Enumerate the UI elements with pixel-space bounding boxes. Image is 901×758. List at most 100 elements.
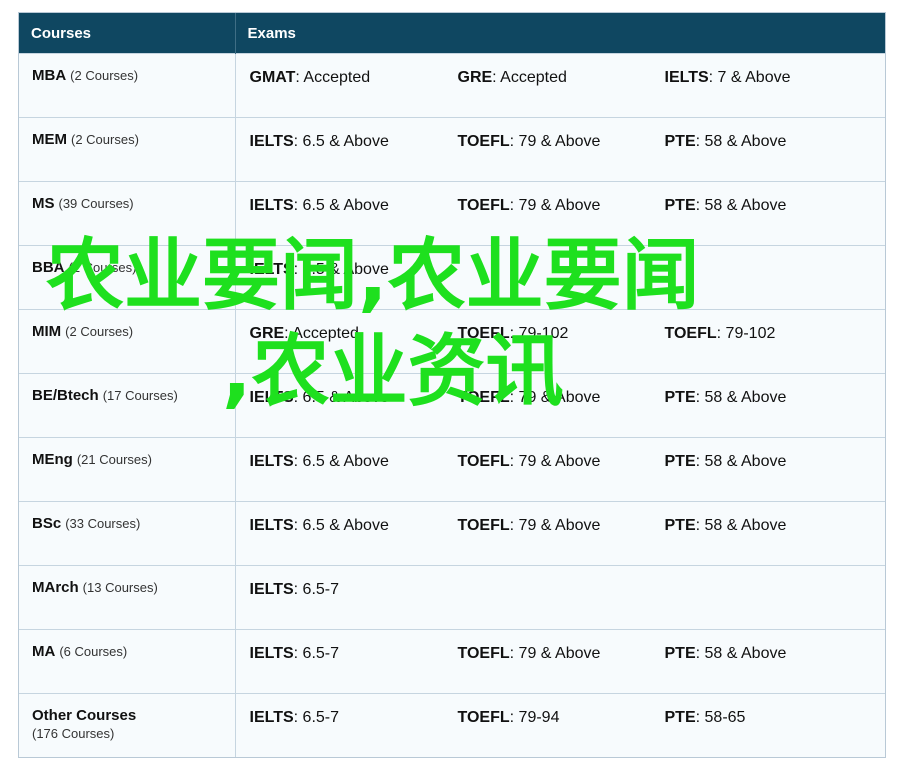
exam-requirement: IELTS: 6.5 & Above — [250, 197, 389, 215]
exam-requirement: TOEFL: 79-102 — [665, 325, 776, 343]
course-name: MEng — [32, 451, 73, 468]
exam-name: IELTS — [249, 453, 294, 470]
exams-cell: GRE: Accepted TOEFL: 79-102 TOEFL: 79-102 — [235, 309, 885, 374]
exam-requirement: IELTS: 6.5 & Above — [250, 389, 389, 407]
exam-score: : 58 & Above — [695, 645, 787, 662]
course-cell: MEM (2 Courses) — [19, 117, 236, 182]
exam-requirement: TOEFL: 79 & Above — [458, 517, 601, 535]
course-cell: MIM (2 Courses) — [19, 309, 236, 374]
exam-requirement: TOEFL: 79 & Above — [458, 197, 601, 215]
exam-requirement: GRE: Accepted — [458, 69, 567, 87]
exam-requirement: PTE: 58 & Above — [665, 453, 787, 471]
exam-requirement: IELTS: 6.5 & Above — [250, 453, 389, 471]
course-cell: MS (39 Courses) — [19, 181, 236, 246]
course-count: (2 Courses) — [70, 68, 139, 83]
exam-name: TOEFL — [457, 709, 510, 726]
exam-score: : 58 & Above — [695, 133, 787, 150]
exam-requirement: PTE: 58 & Above — [665, 389, 787, 407]
exam-score: : Accepted — [284, 325, 359, 342]
exam-name: IELTS — [249, 709, 294, 726]
table-row: Other Courses (176 Courses) IELTS: 6.5-7 TO… — [19, 693, 885, 757]
course-count: (176 Courses) — [32, 726, 115, 741]
course-cell: BSc (33 Courses) — [19, 501, 236, 566]
exam-name: TOEFL — [457, 325, 510, 342]
exam-requirement: PTE: 58 & Above — [665, 133, 787, 151]
exam-requirement: GMAT: Accepted — [250, 69, 371, 87]
exam-name: IELTS — [249, 133, 294, 150]
exam-requirement: TOEFL: 79-102 — [458, 325, 569, 343]
table-row: BSc (33 Courses) IELTS: 6.5 & Above TOEFL: … — [19, 501, 885, 566]
exam-name: PTE — [664, 197, 696, 214]
exam-name: PTE — [664, 709, 696, 726]
courses-exams-table-container: Courses Exams MBA (2 Courses) GMAT: Accept… — [18, 12, 886, 758]
exam-score: : 6.5-7 — [293, 645, 340, 662]
table-header-row: Courses Exams — [19, 13, 885, 54]
exam-name: IELTS — [664, 69, 709, 86]
exam-score: : 79-94 — [509, 709, 560, 726]
exams-cell: IELTS: 6.5 & Above TOEFL: 79 & Above PTE: … — [235, 501, 885, 566]
exam-score: : 58 & Above — [695, 197, 787, 214]
table-row: MArch (13 Courses) IELTS: 6.5-7 — [19, 565, 885, 630]
exam-requirement: TOEFL: 79 & Above — [458, 645, 601, 663]
course-name: Other Courses — [32, 707, 137, 724]
exams-cell: IELTS: 6.5-7 TOEFL: 79-94 PTE: 58-65 — [235, 693, 885, 757]
exam-score: : 6.5 & Above — [293, 133, 389, 150]
table-row: MEM (2 Courses) IELTS: 6.5 & Above TOEFL: 7… — [19, 117, 885, 182]
exam-score: : 6.5 & Above — [293, 197, 389, 214]
table-row: BE/Btech (17 Courses) IELTS: 6.5 & Above TO… — [19, 373, 885, 438]
exam-name: GRE — [457, 69, 493, 86]
courses-exams-table: Courses Exams MBA (2 Courses) GMAT: Accept… — [19, 13, 885, 757]
exam-name: TOEFL — [457, 133, 510, 150]
exam-name: TOEFL — [664, 325, 717, 342]
exam-name: TOEFL — [457, 645, 510, 662]
course-count: (13 Courses) — [82, 580, 158, 595]
course-count: (33 Courses) — [65, 516, 141, 531]
exam-score: : 58 & Above — [695, 389, 787, 406]
exam-name: IELTS — [249, 389, 294, 406]
header-courses: Courses — [19, 13, 236, 54]
course-name: BE/Btech — [32, 387, 99, 404]
course-cell: MArch (13 Courses) — [19, 565, 236, 630]
exam-score: : 6.5-7 — [293, 709, 340, 726]
exam-requirement: IELTS: 6.5 & Above — [250, 133, 389, 151]
exam-requirement: TOEFL: 79-94 — [458, 709, 560, 727]
exam-requirement: PTE: 58 & Above — [665, 197, 787, 215]
exam-name: IELTS — [249, 581, 294, 598]
course-count: (2 Courses) — [65, 324, 134, 339]
exams-cell: IELTS: 6.5 & Above TOEFL: 79 & Above PTE: … — [235, 117, 885, 182]
exam-score: : 58 & Above — [695, 453, 787, 470]
exam-name: IELTS — [249, 197, 294, 214]
course-name: MBA — [32, 67, 67, 84]
exams-cell: IELTS: 6.5 & Above — [235, 245, 885, 310]
course-name: BSc — [32, 515, 62, 532]
exam-name: GRE — [249, 325, 285, 342]
course-count: (39 Courses) — [58, 196, 134, 211]
exam-requirement: IELTS: 6.5-7 — [250, 645, 340, 663]
exam-score: : 79 & Above — [509, 453, 601, 470]
header-exams: Exams — [235, 13, 885, 54]
exam-name: TOEFL — [457, 197, 510, 214]
exam-requirement: TOEFL: 79 & Above — [458, 389, 601, 407]
exam-name: TOEFL — [457, 517, 510, 534]
course-name: MArch — [32, 579, 79, 596]
course-cell: Other Courses (176 Courses) — [19, 693, 236, 757]
exam-score: : 6.5 & Above — [293, 261, 389, 278]
exam-name: TOEFL — [457, 453, 510, 470]
course-count: (6 Courses) — [59, 644, 128, 659]
table-row: MA (6 Courses) IELTS: 6.5-7 TOEFL: 79 & Abo… — [19, 629, 885, 694]
course-cell: MBA (2 Courses) — [19, 53, 236, 118]
exam-name: PTE — [664, 453, 696, 470]
exam-requirement: IELTS: 6.5 & Above — [250, 261, 389, 279]
exams-cell: IELTS: 6.5 & Above TOEFL: 79 & Above PTE: … — [235, 437, 885, 502]
course-cell: MEng (21 Courses) — [19, 437, 236, 502]
exam-score: : 6.5-7 — [293, 581, 340, 598]
course-name: MS — [32, 195, 55, 212]
course-cell: MA (6 Courses) — [19, 629, 236, 694]
exam-name: IELTS — [249, 261, 294, 278]
exam-name: GMAT — [249, 69, 296, 86]
exam-name: PTE — [664, 517, 696, 534]
table-row: MEng (21 Courses) IELTS: 6.5 & Above TOEFL:… — [19, 437, 885, 502]
exam-score: : 79-102 — [509, 325, 569, 342]
exam-score: : Accepted — [492, 69, 567, 86]
exam-score: : 6.5 & Above — [293, 453, 389, 470]
